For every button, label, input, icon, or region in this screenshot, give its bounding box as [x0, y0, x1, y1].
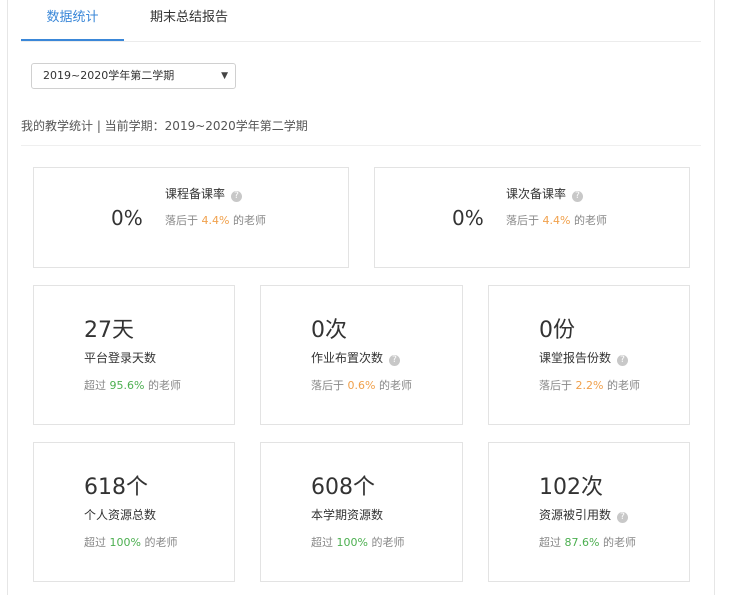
- card-homework-count: 0次 作业布置次数? 落后于 0.6% 的老师: [260, 285, 463, 425]
- compare-suffix: 的老师: [140, 536, 178, 549]
- frame-border-right: [714, 0, 715, 595]
- class-report-count-label: 课堂报告份数?: [539, 349, 629, 366]
- question-circle-icon[interactable]: ?: [231, 191, 243, 202]
- question-circle-icon[interactable]: ?: [617, 512, 629, 523]
- semester-select[interactable]: 2019~2020学年第二学期 ▼: [31, 63, 236, 89]
- compare-prefix: 落后于: [311, 379, 348, 392]
- lesson-prep-rate-label: 课次备课率?: [506, 185, 584, 202]
- compare-suffix: 的老师: [570, 214, 607, 227]
- resource-citations-label-text: 资源被引用数: [539, 508, 612, 522]
- compare-prefix: 超过: [84, 536, 110, 549]
- compare-value: 87.6%: [564, 536, 600, 549]
- personal-resources-label: 个人资源总数: [84, 508, 157, 522]
- caret-down-icon: ▼: [221, 71, 228, 81]
- card-lesson-prep-rate: 0% 课次备课率? 落后于 4.4% 的老师: [374, 167, 690, 268]
- semester-resources-label: 本学期资源数: [311, 508, 384, 522]
- compare-prefix: 超过: [84, 379, 110, 392]
- course-prep-rate-label: 课程备课率?: [165, 185, 243, 202]
- card-login-days: 27天 平台登录天数 超过 95.6% 的老师: [33, 285, 235, 425]
- course-prep-rate-label-text: 课程备课率: [165, 187, 226, 201]
- compare-prefix: 落后于: [539, 379, 576, 392]
- lesson-prep-rate-label-text: 课次备课率: [506, 187, 567, 201]
- resource-citations-value: 102次: [539, 475, 603, 500]
- frame-border-left: [7, 0, 8, 595]
- personal-resources-compare: 超过 100% 的老师: [84, 534, 177, 550]
- compare-prefix: 落后于: [506, 214, 543, 227]
- compare-value: 4.4%: [542, 214, 571, 227]
- compare-value: 100%: [109, 536, 141, 549]
- question-circle-icon[interactable]: ?: [617, 355, 629, 366]
- card-personal-resources: 618个 个人资源总数 超过 100% 的老师: [33, 442, 235, 582]
- login-days-label: 平台登录天数: [84, 351, 157, 365]
- resource-citations-label: 资源被引用数?: [539, 506, 629, 523]
- semester-resources-value: 608个: [311, 475, 375, 500]
- teaching-summary: 我的教学统计 | 当前学期：2019~2020学年第二学期: [21, 119, 308, 133]
- compare-value: 4.4%: [201, 214, 230, 227]
- class-report-count-label-text: 课堂报告份数: [539, 351, 612, 365]
- compare-value: 95.6%: [109, 379, 145, 392]
- lesson-prep-rate-compare: 落后于 4.4% 的老师: [506, 212, 607, 228]
- question-circle-icon[interactable]: ?: [389, 355, 401, 366]
- class-report-count-value: 0份: [539, 318, 575, 343]
- divider: [21, 145, 701, 146]
- semester-resources-compare: 超过 100% 的老师: [311, 534, 404, 550]
- login-days-compare: 超过 95.6% 的老师: [84, 377, 181, 393]
- semester-select-value: 2019~2020学年第二学期: [43, 69, 175, 82]
- homework-count-value: 0次: [311, 318, 347, 343]
- course-prep-rate-compare: 落后于 4.4% 的老师: [165, 212, 266, 228]
- question-circle-icon[interactable]: ?: [572, 191, 584, 202]
- lesson-prep-rate-value: 0%: [452, 206, 484, 230]
- course-prep-rate-value: 0%: [111, 206, 143, 230]
- compare-suffix: 的老师: [375, 379, 412, 392]
- compare-suffix: 的老师: [144, 379, 181, 392]
- card-course-prep-rate: 0% 课程备课率? 落后于 4.4% 的老师: [33, 167, 349, 268]
- compare-value: 100%: [336, 536, 368, 549]
- compare-prefix: 超过: [311, 536, 337, 549]
- class-report-count-compare: 落后于 2.2% 的老师: [539, 377, 640, 393]
- card-semester-resources: 608个 本学期资源数 超过 100% 的老师: [260, 442, 463, 582]
- compare-suffix: 的老师: [603, 379, 640, 392]
- compare-suffix: 的老师: [367, 536, 405, 549]
- homework-count-label-text: 作业布置次数: [311, 351, 384, 365]
- resource-citations-compare: 超过 87.6% 的老师: [539, 534, 636, 550]
- compare-prefix: 超过: [539, 536, 565, 549]
- tab-data-statistics[interactable]: 数据统计: [21, 0, 124, 41]
- tab-bar: 数据统计 期末总结报告: [21, 0, 701, 42]
- compare-suffix: 的老师: [229, 214, 266, 227]
- personal-resources-value: 618个: [84, 475, 148, 500]
- compare-value: 2.2%: [575, 379, 604, 392]
- homework-count-compare: 落后于 0.6% 的老师: [311, 377, 412, 393]
- compare-prefix: 落后于: [165, 214, 202, 227]
- card-resource-citations: 102次 资源被引用数? 超过 87.6% 的老师: [488, 442, 690, 582]
- compare-suffix: 的老师: [599, 536, 636, 549]
- login-days-value: 27天: [84, 318, 134, 343]
- compare-value: 0.6%: [347, 379, 376, 392]
- card-class-report-count: 0份 课堂报告份数? 落后于 2.2% 的老师: [488, 285, 690, 425]
- tab-final-report[interactable]: 期末总结报告: [139, 0, 239, 40]
- homework-count-label: 作业布置次数?: [311, 349, 401, 366]
